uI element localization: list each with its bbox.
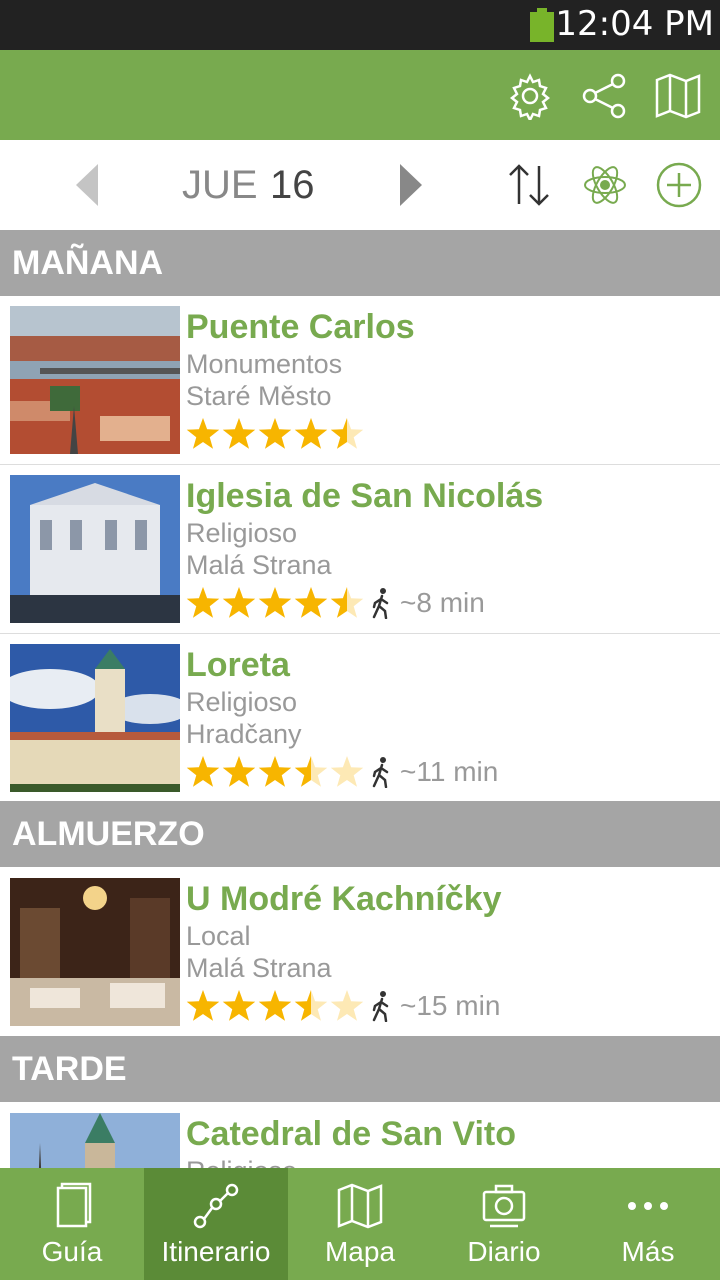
clock: 12:04 PM — [555, 4, 714, 44]
bottom-tab-bar: Guía Itinerario Mapa Diario Más — [0, 1168, 720, 1280]
book-icon — [56, 1182, 92, 1228]
walk-time: ~8 min — [400, 587, 485, 618]
item-area: Staré Město — [186, 381, 332, 411]
camera-icon — [482, 1184, 526, 1228]
star-filled — [186, 587, 220, 618]
star-filled — [186, 418, 220, 449]
route-icon — [193, 1183, 239, 1229]
tab-label: Más — [621, 1236, 675, 1267]
next-day-arrow-icon[interactable] — [394, 160, 444, 210]
list-item[interactable]: U Modré Kachníčky Local Malá Strana ~15 … — [0, 868, 720, 1037]
tab-label: Mapa — [324, 1236, 396, 1267]
rating-stars — [186, 990, 364, 1021]
sort-arrows-icon[interactable] — [504, 160, 554, 210]
item-title: Puente Carlos — [186, 308, 415, 346]
item-category: Religioso — [186, 687, 298, 717]
star-filled — [222, 756, 256, 787]
item-area: Hradčany — [186, 719, 302, 749]
item-area: Malá Strana — [186, 953, 332, 983]
list-item[interactable]: Loreta Religioso Hradčany ~11 min — [0, 634, 720, 803]
walk-time: ~11 min — [400, 756, 499, 787]
section-label: MAÑANA — [12, 244, 164, 282]
rating-stars — [186, 756, 364, 787]
date-navigation-bar: JUE 16 — [0, 140, 720, 230]
walking-person-icon — [372, 757, 389, 788]
rating-stars — [186, 418, 364, 449]
section-header-tarde: TARDE — [0, 1036, 720, 1102]
u-modre-kachnicky-photo — [10, 878, 180, 1026]
add-circle-icon[interactable] — [654, 160, 704, 210]
weekday-label: JUE — [182, 163, 258, 207]
settings-gear-icon[interactable] — [506, 72, 554, 120]
tab-diario[interactable]: Diario — [432, 1168, 576, 1280]
item-title: Catedral de San Vito — [186, 1115, 517, 1153]
item-category: Religioso — [186, 518, 298, 548]
star-filled — [258, 587, 292, 618]
tab-label: Guía — [41, 1236, 103, 1267]
star-filled — [222, 990, 256, 1021]
tab-guia[interactable]: Guía — [0, 1168, 144, 1280]
tab-itinerario[interactable]: Itinerario — [144, 1168, 288, 1280]
section-header-almuerzo: ALMUERZO — [0, 801, 720, 867]
section-label: ALMUERZO — [12, 815, 205, 853]
tab-label: Itinerario — [161, 1236, 271, 1267]
star-filled — [222, 418, 256, 449]
star-filled — [222, 587, 256, 618]
map-icon[interactable] — [654, 72, 702, 120]
star-filled — [258, 756, 292, 787]
atom-optimize-icon[interactable] — [580, 160, 630, 210]
list-item[interactable]: Iglesia de San Nicolás Religioso Malá St… — [0, 465, 720, 634]
list-item[interactable]: Puente Carlos Monumentos Staré Město — [0, 296, 720, 465]
star-empty — [330, 756, 364, 787]
tab-label: Diario — [467, 1236, 541, 1267]
item-category: Monumentos — [186, 349, 343, 379]
map-icon — [337, 1183, 383, 1229]
item-area: Malá Strana — [186, 550, 332, 580]
item-title: Iglesia de San Nicolás — [186, 477, 544, 515]
rating-stars — [186, 587, 364, 618]
item-title: Loreta — [186, 646, 290, 684]
star-filled — [294, 587, 328, 618]
star-empty — [330, 990, 364, 1021]
loreta-photo — [10, 644, 180, 792]
item-category: Local — [186, 921, 251, 951]
app-bar — [0, 50, 720, 140]
item-title: U Modré Kachníčky — [186, 880, 502, 918]
battery-icon — [530, 8, 554, 42]
puente-carlos-photo — [10, 306, 180, 454]
walk-time: ~15 min — [400, 990, 501, 1021]
star-filled — [294, 418, 328, 449]
star-filled — [258, 990, 292, 1021]
iglesia-san-nicolas-photo — [10, 475, 180, 623]
walking-person-icon — [372, 588, 389, 619]
more-icon — [628, 1202, 668, 1210]
walking-person-icon — [372, 991, 389, 1022]
star-filled — [186, 990, 220, 1021]
day-number: 16 — [270, 163, 315, 207]
star-filled — [186, 756, 220, 787]
star-filled — [258, 418, 292, 449]
tab-mas[interactable]: Más — [576, 1168, 720, 1280]
status-bar: 12:04 PM — [0, 0, 720, 50]
previous-day-arrow-icon[interactable] — [70, 160, 120, 210]
section-label: TARDE — [12, 1050, 127, 1088]
tab-mapa[interactable]: Mapa — [288, 1168, 432, 1280]
share-icon[interactable] — [580, 72, 628, 120]
section-header-manana: MAÑANA — [0, 230, 720, 296]
